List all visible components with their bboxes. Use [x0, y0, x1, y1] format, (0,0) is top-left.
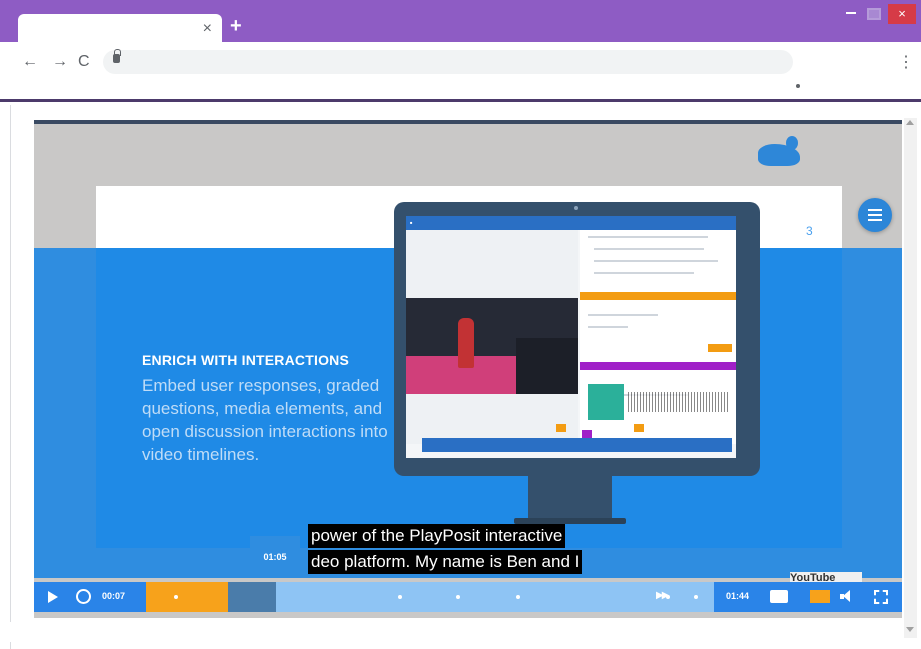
screen-text-line — [588, 236, 708, 238]
window-minimize-button[interactable] — [846, 6, 856, 14]
monitor-screen: ■ — [406, 216, 736, 458]
extension-icon[interactable] — [796, 84, 800, 88]
interaction-marker[interactable] — [456, 595, 460, 599]
monitor-camera — [574, 206, 578, 210]
screen-text-line — [594, 248, 704, 250]
screen-header: ■ — [406, 216, 736, 230]
scroll-up-icon[interactable] — [906, 120, 914, 125]
screen-timeline — [422, 438, 732, 452]
caption-line-1: power of the PlayPosit interactive — [308, 524, 566, 548]
screen-left-panel — [406, 230, 578, 444]
screen-orange-bar — [580, 292, 736, 300]
duration-time: 01:44 — [726, 591, 750, 601]
play-icon[interactable] — [48, 591, 58, 603]
screen-submit-button — [708, 344, 732, 352]
player-control-bar: 00:07 ▶▶ 01:44 — [34, 582, 902, 612]
closed-captions-icon[interactable] — [770, 590, 788, 603]
window-maximize-button[interactable] — [867, 8, 881, 20]
forward-button[interactable]: → — [52, 52, 68, 72]
screen-logo-icon: ■ — [410, 220, 413, 225]
screen-purple-bar — [580, 362, 736, 370]
dog-logo-icon — [758, 136, 800, 166]
tab-close-icon[interactable]: × — [203, 19, 212, 39]
screen-video-thumbnail — [406, 298, 578, 394]
slide-body-text: Embed user responses, graded questions, … — [142, 376, 388, 464]
fast-forward-icon[interactable]: ▶▶ — [656, 590, 669, 601]
progress-played — [146, 582, 228, 612]
interaction-marker[interactable] — [174, 595, 178, 599]
lock-icon[interactable] — [113, 49, 121, 63]
screen-text-line — [594, 260, 718, 262]
page-scrollbar[interactable] — [904, 118, 917, 638]
address-bar[interactable] — [103, 49, 793, 74]
settings-icon[interactable] — [796, 590, 808, 603]
progress-buffer — [228, 582, 276, 612]
slide-headline: ENRICH WITH INTERACTIONS — [142, 352, 350, 368]
caption-line-2: deo platform. My name is Ben and I — [308, 550, 583, 574]
speaker-figure — [458, 318, 474, 368]
playposit-logo — [758, 136, 894, 176]
window-close-button[interactable]: × — [888, 4, 916, 24]
menu-line-icon — [868, 219, 882, 221]
browser-menu-button[interactable]: ⋮ — [898, 52, 914, 72]
screen-text-line — [588, 314, 658, 316]
progress-track[interactable] — [146, 582, 714, 612]
interaction-time-bubble[interactable]: 01:05 — [250, 536, 300, 578]
browser-tab[interactable]: × — [18, 14, 222, 44]
scroll-down-icon[interactable] — [906, 627, 914, 632]
volume-icon[interactable] — [840, 590, 854, 603]
browser-toolbar: ← → C ⋮ — [0, 42, 921, 102]
interaction-marker[interactable] — [694, 595, 698, 599]
menu-line-icon — [868, 214, 882, 216]
page-footer-area — [10, 622, 902, 642]
screen-dog-image — [588, 384, 624, 420]
screen-text-line — [594, 272, 694, 274]
playback-speed-icon[interactable] — [810, 590, 830, 603]
new-tab-button[interactable]: + — [230, 16, 242, 36]
interaction-marker[interactable] — [516, 595, 520, 599]
audience-shape — [516, 338, 578, 394]
menu-line-icon — [868, 209, 882, 211]
reload-button[interactable]: C — [78, 52, 90, 72]
screen-timeline-marker — [556, 424, 566, 432]
back-button[interactable]: ← — [22, 52, 38, 72]
browser-titlebar: × + × — [0, 0, 921, 44]
rewind-icon[interactable] — [76, 589, 91, 604]
video-top-border — [34, 120, 902, 124]
monitor-stand — [528, 476, 612, 520]
hamburger-menu-button[interactable] — [858, 198, 892, 232]
slide-corner-mark: 3 — [806, 224, 813, 238]
fullscreen-icon[interactable] — [874, 590, 888, 604]
screen-audio-waveform — [628, 392, 728, 412]
interaction-marker[interactable] — [398, 595, 402, 599]
screen-timeline-marker — [582, 430, 592, 438]
monitor-illustration: ■ — [394, 202, 760, 476]
screen-text-line — [588, 326, 628, 328]
screen-timeline-marker — [634, 424, 644, 432]
current-time: 00:07 — [102, 591, 126, 601]
